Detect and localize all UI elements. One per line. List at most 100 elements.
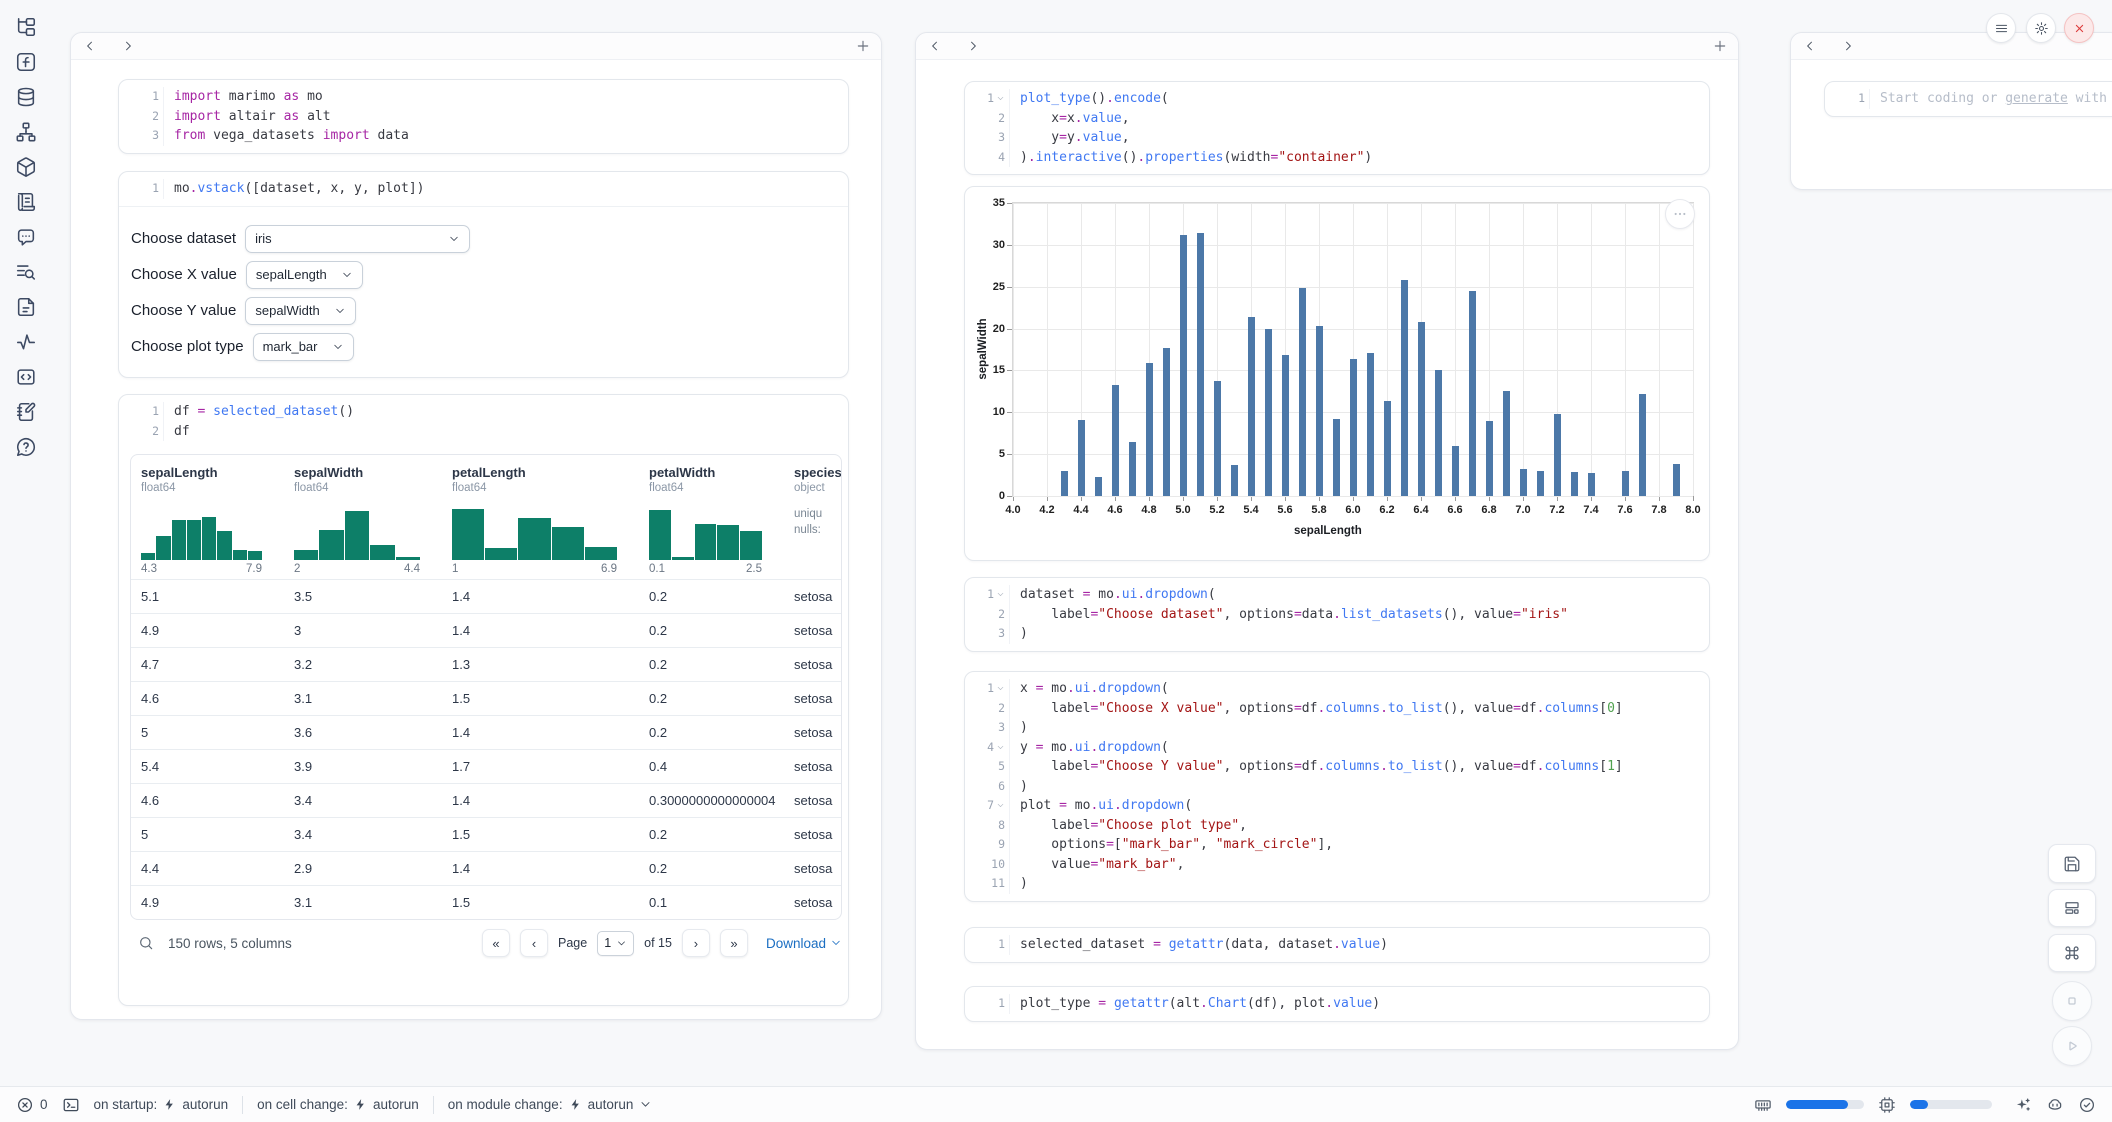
stop-button[interactable] <box>2052 981 2092 1021</box>
chevron-left-icon[interactable] <box>83 39 97 53</box>
table-row[interactable]: 53.61.40.2setosa <box>131 715 842 749</box>
chart-actions-button[interactable] <box>1665 199 1695 229</box>
prev-page-button[interactable]: ‹ <box>520 929 548 957</box>
table-row[interactable]: 5.43.91.70.4setosa <box>131 749 842 783</box>
table-cell: 1.4 <box>442 793 639 808</box>
table-row[interactable]: 4.42.91.40.2setosa <box>131 851 842 885</box>
fold-chevron-icon[interactable] <box>996 94 1005 103</box>
function-icon[interactable] <box>15 51 37 73</box>
ai-sparkle-icon[interactable] <box>2014 1096 2032 1114</box>
cell-dataset-dropdown[interactable]: 1dataset = mo.ui.dropdown(2 label="Choos… <box>964 577 1710 652</box>
page-select[interactable]: 1 <box>597 931 634 956</box>
on-module-change-setting[interactable]: on module change: autorun <box>448 1097 653 1112</box>
dataframe-table: sepalLengthfloat644.37.9sepalWidthfloat6… <box>130 454 842 920</box>
cell-plot-type[interactable]: 1plot_type = getattr(alt.Chart(df), plot… <box>964 986 1710 1022</box>
chevron-left-icon[interactable] <box>1803 39 1817 53</box>
dropdown-select[interactable]: sepalWidth <box>245 297 355 325</box>
errors-indicator[interactable]: 0 <box>16 1096 48 1114</box>
snippets-icon[interactable] <box>15 366 37 388</box>
connection-status-icon[interactable] <box>2078 1096 2096 1114</box>
cell-xy-plot-dropdowns[interactable]: 1x = mo.ui.dropdown(2 label="Choose X va… <box>964 671 1710 902</box>
scratchpad-icon[interactable] <box>15 401 37 423</box>
cell-vstack[interactable]: 1mo.vstack([dataset, x, y, plot]) Choose… <box>118 171 849 378</box>
column-header-sepalLength[interactable]: sepalLengthfloat644.37.9 <box>131 465 284 579</box>
package-icon[interactable] <box>15 156 37 178</box>
chevron-right-icon[interactable] <box>1841 39 1855 53</box>
fold-chevron-icon[interactable] <box>996 743 1005 752</box>
column-header-species[interactable]: speciesobjectuniqunulls: <box>784 465 842 579</box>
cell-selected-dataset[interactable]: 1selected_dataset = getattr(data, datase… <box>964 927 1710 963</box>
layout-toggle-button[interactable] <box>2048 889 2096 927</box>
download-button[interactable]: Download <box>766 936 842 951</box>
dependency-graph-icon[interactable] <box>15 121 37 143</box>
notebook-column-middle: 1plot_type().encode(2 x=x.value,3 y=y.va… <box>915 32 1739 1050</box>
copilot-icon[interactable] <box>2046 1096 2064 1114</box>
on-cell-change-setting[interactable]: on cell change: autorun <box>257 1097 419 1112</box>
chart-bar <box>1299 288 1306 496</box>
terminal-icon[interactable] <box>62 1096 80 1114</box>
column-header-petalLength[interactable]: petalLengthfloat6416.9 <box>442 465 639 579</box>
save-button[interactable] <box>2048 844 2096 883</box>
table-row[interactable]: 4.63.41.40.3000000000000004setosa <box>131 783 842 817</box>
cell-plot-encode[interactable]: 1plot_type().encode(2 x=x.value,3 y=y.va… <box>964 81 1710 175</box>
fold-chevron-icon[interactable] <box>996 590 1005 599</box>
cell-dataframe[interactable]: 1df = selected_dataset()2df sepalLengthf… <box>118 394 849 1006</box>
file-tree-icon[interactable] <box>15 16 37 38</box>
last-page-button[interactable]: » <box>720 929 748 957</box>
x-tick-label: 4.2 <box>1032 504 1062 516</box>
dropdown-select[interactable]: mark_bar <box>253 333 354 361</box>
generate-with-ai-link[interactable]: generate <box>2005 91 2068 106</box>
x-tick-label: 4.4 <box>1066 504 1096 516</box>
next-page-button[interactable]: › <box>682 929 710 957</box>
help-icon[interactable] <box>15 436 37 458</box>
add-cell-icon[interactable] <box>1712 38 1728 54</box>
line-number: 9 <box>998 835 1005 855</box>
table-row[interactable]: 5.13.51.40.2setosa <box>131 579 842 613</box>
column-histogram <box>649 506 762 560</box>
cell-scratch-empty[interactable]: 1 Start coding or generate with AI <box>1824 81 2112 117</box>
on-startup-setting[interactable]: on startup: autorun <box>94 1097 229 1112</box>
run-all-button[interactable] <box>2052 1026 2092 1066</box>
fold-chevron-icon[interactable] <box>996 684 1005 693</box>
search-icon[interactable] <box>138 935 154 951</box>
column-header-sepalWidth[interactable]: sepalWidthfloat6424.4 <box>284 465 442 579</box>
log-search-icon[interactable] <box>15 261 37 283</box>
chart-bar <box>1265 329 1272 496</box>
shutdown-button[interactable] <box>2064 13 2094 43</box>
settings-button[interactable] <box>2026 13 2056 43</box>
chevron-right-icon[interactable] <box>966 39 980 53</box>
chart-plot-area[interactable]: 4.04.24.44.64.85.05.25.45.65.86.06.26.46… <box>1012 202 1694 497</box>
dropdown-select[interactable]: sepalLength <box>246 261 363 289</box>
x-tick-label: 7.0 <box>1508 504 1538 516</box>
chevron-left-icon[interactable] <box>928 39 942 53</box>
chat-bot-icon[interactable] <box>15 226 37 248</box>
add-cell-icon[interactable] <box>855 38 871 54</box>
scroll-icon[interactable] <box>15 191 37 213</box>
table-cell: setosa <box>784 623 842 638</box>
table-row[interactable]: 4.931.40.2setosa <box>131 613 842 647</box>
table-row[interactable]: 4.73.21.30.2setosa <box>131 647 842 681</box>
table-row[interactable]: 4.93.11.50.1setosa <box>131 885 842 919</box>
chart-bar <box>1639 394 1646 496</box>
first-page-button[interactable]: « <box>482 929 510 957</box>
dropdown-label: Choose X value <box>131 266 237 283</box>
line-number: 1 <box>987 679 994 699</box>
document-icon[interactable] <box>15 296 37 318</box>
command-palette-button[interactable] <box>2048 934 2096 972</box>
database-icon[interactable] <box>15 86 37 108</box>
dropdown-select[interactable]: iris <box>245 225 470 253</box>
column-header-petalWidth[interactable]: petalWidthfloat640.12.5 <box>639 465 784 579</box>
cell-imports[interactable]: 1import marimo as mo2import altair as al… <box>118 79 849 154</box>
code-line: 6) <box>965 777 1701 797</box>
table-row[interactable]: 4.63.11.50.2setosa <box>131 681 842 715</box>
code-line: 1x = mo.ui.dropdown( <box>965 679 1701 699</box>
fold-chevron-icon[interactable] <box>996 801 1005 810</box>
menu-button[interactable] <box>1986 13 2016 43</box>
x-tick-label: 6.0 <box>1338 504 1368 516</box>
chart-bar <box>1673 464 1680 496</box>
table-row[interactable]: 53.41.50.2setosa <box>131 817 842 851</box>
chevron-down-icon <box>332 341 344 353</box>
x-tick-label: 5.0 <box>1168 504 1198 516</box>
chevron-right-icon[interactable] <box>121 39 135 53</box>
activity-icon[interactable] <box>15 331 37 353</box>
